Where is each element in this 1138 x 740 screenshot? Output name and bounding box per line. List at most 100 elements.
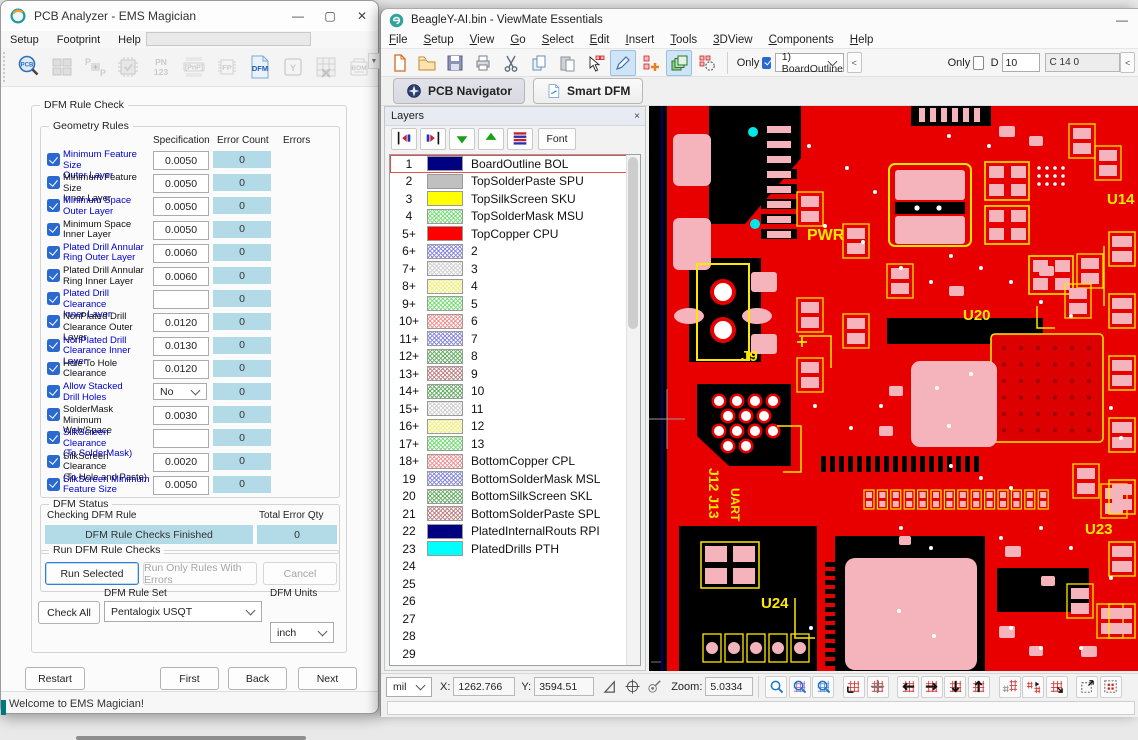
layer-row[interactable]: 3TopSilkScreen SKU xyxy=(390,190,640,208)
first-button[interactable]: First xyxy=(160,667,219,690)
layer-row[interactable]: 18+BottomCopper CPL xyxy=(390,453,640,471)
layer-row[interactable]: 11+7 xyxy=(390,330,640,348)
layer-list-scrollbar[interactable] xyxy=(626,155,640,665)
layer-row[interactable]: 16+12 xyxy=(390,418,640,436)
toolbar-overflow-button[interactable]: ▼ xyxy=(368,53,380,69)
draw-trace-button[interactable] xyxy=(610,50,636,76)
layer-color-swatch[interactable] xyxy=(427,209,463,224)
layer-color-swatch[interactable] xyxy=(427,226,463,241)
dfm-rule-set-select[interactable]: Pentalogix USQT xyxy=(104,601,262,622)
rule-checkbox[interactable] xyxy=(47,246,60,259)
layer-row[interactable]: 4TopSolderMask MSU xyxy=(390,208,640,226)
menu-textbox[interactable] xyxy=(146,32,311,46)
layer-row[interactable]: 8+4 xyxy=(390,278,640,296)
zoom-grid-sel-button[interactable] xyxy=(789,676,811,698)
layer-row[interactable]: 26 xyxy=(390,593,640,611)
rule-spec-input[interactable] xyxy=(153,244,209,263)
rule-spec-input[interactable] xyxy=(153,290,209,309)
tab-pcb-navigator[interactable]: PCB Navigator xyxy=(393,78,525,104)
menu-item-setup[interactable]: Setup xyxy=(1,34,48,46)
rule-spec-input[interactable] xyxy=(153,267,209,286)
previous-layer-button[interactable]: < xyxy=(847,52,862,73)
layer-color-swatch[interactable] xyxy=(427,296,463,311)
pan-down-button[interactable] xyxy=(944,676,966,698)
layer-color-swatch[interactable] xyxy=(427,314,463,329)
pnp-button[interactable]: [PnP] xyxy=(178,51,210,83)
units-select[interactable]: mil xyxy=(386,677,432,697)
run-only-rules-with-errors-button[interactable]: Run Only Rules With Errors xyxy=(143,562,257,585)
rule-spec-input[interactable] xyxy=(153,197,209,216)
menu-item-help[interactable]: Help xyxy=(109,34,150,46)
pn123-button[interactable]: PN123 xyxy=(145,51,177,83)
chip-check-button[interactable] xyxy=(112,51,144,83)
layer-row[interactable]: 12+8 xyxy=(390,348,640,366)
probe-icon[interactable] xyxy=(644,677,664,697)
layer-color-swatch[interactable] xyxy=(427,506,463,521)
layers-stack-button[interactable] xyxy=(666,50,692,76)
add-pad-button[interactable] xyxy=(638,50,664,76)
rule-spec-input[interactable] xyxy=(153,151,209,170)
layer-first-button[interactable] xyxy=(391,128,417,150)
rule-spec-select[interactable]: No xyxy=(153,383,207,400)
layer-color-swatch[interactable] xyxy=(427,331,463,346)
layer-row[interactable]: 22PlatedInternalRouts RPI xyxy=(390,523,640,541)
pcb-search-button[interactable]: PCB xyxy=(13,51,45,83)
grid-center-button[interactable] xyxy=(867,676,889,698)
rule-spec-input[interactable] xyxy=(153,429,209,448)
layer-row[interactable]: 17+13 xyxy=(390,435,640,453)
rule-checkbox[interactable] xyxy=(47,362,60,375)
layer-color-swatch[interactable] xyxy=(427,471,463,486)
rule-spec-input[interactable] xyxy=(153,313,209,332)
font-button[interactable]: Font xyxy=(538,128,576,150)
minimize-button[interactable]: — xyxy=(1106,9,1138,31)
layer-color-swatch[interactable] xyxy=(427,244,463,259)
layer-row[interactable]: 24 xyxy=(390,558,640,576)
rule-checkbox[interactable] xyxy=(47,269,60,282)
layer-row[interactable]: 25 xyxy=(390,575,640,593)
origin-crosshair-icon[interactable] xyxy=(622,677,642,697)
scrollbar-thumb[interactable] xyxy=(628,157,638,329)
footprint-grid-button[interactable] xyxy=(46,51,78,83)
menu-item-file[interactable]: File xyxy=(381,34,416,46)
zoom-small-large-button[interactable] xyxy=(999,676,1021,698)
layer-color-swatch[interactable] xyxy=(427,261,463,276)
only-layer-checkbox[interactable] xyxy=(762,57,770,69)
grid-nudge-button[interactable] xyxy=(1046,676,1068,698)
rule-checkbox[interactable] xyxy=(47,315,60,328)
cut-button[interactable] xyxy=(498,50,524,76)
menu-item-footprint[interactable]: Footprint xyxy=(48,34,109,46)
grid-x-button[interactable] xyxy=(310,51,342,83)
menu-item-edit[interactable]: Edit xyxy=(582,34,618,46)
select-pads-button[interactable] xyxy=(582,50,608,76)
layer-color-swatch[interactable] xyxy=(427,156,463,171)
next-button[interactable]: Next xyxy=(298,667,357,690)
layer-color-swatch[interactable] xyxy=(427,489,463,504)
toolbar-grip[interactable] xyxy=(3,52,10,82)
layer-color-swatch[interactable] xyxy=(427,454,463,469)
layer-color-swatch[interactable] xyxy=(427,174,463,189)
new-file-button[interactable] xyxy=(386,50,412,76)
close-button[interactable]: ✕ xyxy=(346,2,378,30)
run-selected-button[interactable]: Run Selected xyxy=(45,562,139,585)
rule-checkbox[interactable] xyxy=(47,223,60,236)
horizontal-scrollbar-thumb[interactable] xyxy=(76,736,306,740)
layer-down-button[interactable] xyxy=(449,128,475,150)
previous-dcode-button[interactable]: < xyxy=(1120,52,1135,73)
pan-up-button[interactable] xyxy=(968,676,990,698)
layer-row[interactable]: 19BottomSolderMask MSL xyxy=(390,470,640,488)
open-folder-button[interactable] xyxy=(414,50,440,76)
maximize-button[interactable]: ▢ xyxy=(314,2,346,30)
rule-checkbox[interactable] xyxy=(47,478,60,491)
layer-row[interactable]: 14+10 xyxy=(390,383,640,401)
dcode-input[interactable] xyxy=(1002,53,1040,72)
zoom-point-button[interactable] xyxy=(765,676,787,698)
active-layer-select[interactable]: 1) BoardOutline xyxy=(775,53,844,72)
layer-last-button[interactable] xyxy=(420,128,446,150)
layer-color-swatch[interactable] xyxy=(427,419,463,434)
only-dcode-checkbox[interactable] xyxy=(973,56,983,70)
minimize-button[interactable]: — xyxy=(282,2,314,30)
fp-chip-button[interactable]: FP xyxy=(211,51,243,83)
rule-spec-input[interactable] xyxy=(153,453,209,472)
layer-row[interactable]: 9+5 xyxy=(390,295,640,313)
rule-spec-input[interactable] xyxy=(153,360,209,379)
